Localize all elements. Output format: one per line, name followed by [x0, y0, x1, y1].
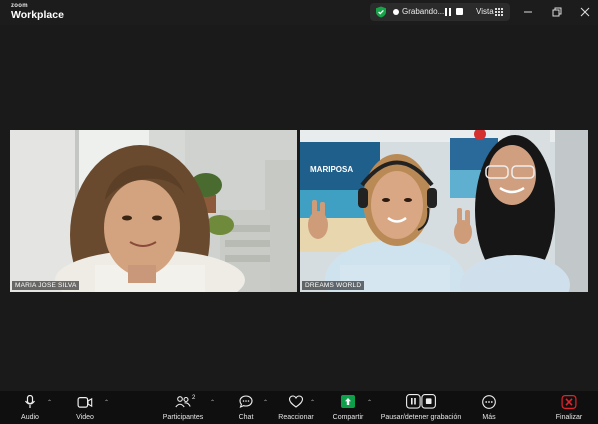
title-bar: zoom Workplace Grabando... Vista [0, 0, 598, 25]
recording-indicator: Grabando... Vista [370, 3, 510, 21]
restore-icon[interactable] [550, 5, 564, 19]
share-screen-icon [341, 395, 355, 408]
chat-options-chevron-icon[interactable]: ⌃ [263, 399, 268, 406]
back-sign-text: MARIPOSA [310, 165, 353, 174]
view-button[interactable]: Vista [476, 7, 494, 16]
recording-dot-icon [393, 9, 399, 15]
heart-icon [288, 395, 304, 408]
more-icon [482, 395, 496, 409]
react-options-chevron-icon[interactable]: ⌃ [310, 399, 315, 406]
record-label: Pausar/detener grabación [380, 414, 462, 421]
stop-recording-icon[interactable] [456, 8, 463, 15]
share-label: Compartir [332, 414, 364, 421]
chat-icon [239, 395, 253, 408]
video-options-chevron-icon[interactable]: ⌃ [104, 399, 109, 406]
participant-name-2: DREAMS WORLD [302, 281, 365, 290]
app-logo: zoom Workplace [11, 3, 64, 21]
shield-check-icon [376, 6, 386, 18]
participants-label: Participantes [162, 414, 204, 421]
participant-video-2: MARIPOSA [300, 130, 588, 292]
grid-view-icon[interactable] [495, 8, 503, 16]
pause-recording-icon[interactable] [444, 8, 452, 16]
participant-name-1: MARIA JOSE SILVA [12, 281, 80, 290]
video-gallery: MARIA JOSE SILVA MARIPOSA DREAMS WORLD [0, 25, 598, 391]
participants-count: 2 [192, 395, 196, 401]
video-label: Video [76, 414, 94, 421]
share-options-chevron-icon[interactable]: ⌃ [367, 399, 372, 406]
chat-label: Chat [238, 414, 254, 421]
participant-tile-2[interactable]: MARIPOSA DREAMS WORLD [300, 130, 588, 292]
pause-stop-icon [406, 394, 436, 409]
microphone-icon [25, 395, 35, 408]
participant-video-1 [10, 130, 297, 292]
meeting-toolbar: Audio ⌃ Video ⌃ 2 Participantes ⌃ Chat ⌃ [0, 391, 598, 424]
audio-options-chevron-icon[interactable]: ⌃ [47, 399, 52, 406]
recording-status: Grabando... [402, 7, 445, 16]
camera-icon [77, 397, 93, 408]
end-label: Finalizar [555, 414, 583, 421]
minimize-icon[interactable] [521, 5, 535, 19]
more-label: Más [482, 414, 496, 421]
audio-label: Audio [21, 414, 39, 421]
brand-name: Workplace [11, 9, 64, 21]
participants-icon [175, 396, 191, 408]
participants-options-chevron-icon[interactable]: ⌃ [210, 399, 215, 406]
end-meeting-icon [561, 395, 577, 409]
close-icon[interactable] [578, 5, 592, 19]
react-label: Reaccionar [278, 414, 314, 421]
participant-tile-1[interactable]: MARIA JOSE SILVA [10, 130, 297, 292]
